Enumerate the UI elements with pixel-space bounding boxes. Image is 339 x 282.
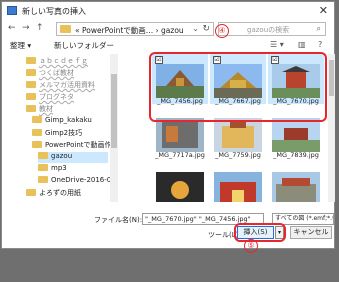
photo-thumbnail: [272, 118, 320, 152]
back-arrow-icon[interactable]: ←: [8, 23, 16, 33]
folder-icon: [38, 164, 48, 171]
tree-item[interactable]: PowerPointで動画作成: [32, 140, 110, 151]
toolbar: 整理 ▾ 新しいフォルダー ☰ ▾ ▥ ?: [2, 40, 334, 52]
folder-icon: [26, 69, 36, 76]
sidebar-scrollbar[interactable]: [110, 54, 118, 202]
tree-item[interactable]: mp3: [38, 164, 67, 175]
grid-scrollbar[interactable]: [328, 54, 335, 202]
title-bar: 新しい写真の挿入 ✕: [2, 2, 334, 20]
new-folder-button[interactable]: 新しいフォルダー: [54, 40, 114, 51]
search-icon: ⌕: [316, 24, 321, 33]
folder-icon: [60, 25, 71, 33]
up-arrow-icon[interactable]: ↑: [36, 23, 44, 33]
folder-icon: [26, 189, 36, 196]
file-item[interactable]: [210, 162, 266, 202]
navigation-bar: ← → ↑ « PowerPointで動画… › gazou ⌄ ↻ gazou…: [2, 22, 334, 38]
photo-thumbnail: [156, 172, 204, 202]
file-item[interactable]: [152, 162, 208, 202]
tree-item[interactable]: 教材: [26, 104, 53, 115]
folder-icon: [26, 81, 36, 88]
tree-item[interactable]: Gimp2技巧: [32, 128, 82, 139]
folder-tree: ａｂｃｄｅｆｇ つくば教材 メルマガ活用資料 ブログネタ 教材 Gimp_kak…: [2, 54, 110, 202]
tree-item[interactable]: よろずの用紙: [26, 188, 81, 199]
folder-icon: [26, 93, 36, 100]
refresh-icon[interactable]: ↻: [202, 24, 210, 34]
folder-icon: [38, 152, 48, 159]
address-bar[interactable]: « PowerPointで動画… › gazou ⌄ ↻: [56, 22, 214, 36]
tree-item[interactable]: つくば教材: [26, 68, 74, 79]
scrollbar-thumb[interactable]: [111, 74, 117, 148]
address-dropdown-icon[interactable]: ⌄: [192, 24, 199, 33]
tree-item[interactable]: OneDrive-2016-02-23: [38, 176, 110, 187]
folder-icon: [26, 105, 36, 112]
folder-icon: [26, 57, 36, 64]
photo-thumbnail: [156, 118, 204, 152]
annotation-box-insert: [234, 223, 286, 242]
photo-thumbnail: [272, 172, 320, 202]
search-input[interactable]: gazouの検索 ⌕: [218, 22, 326, 36]
folder-icon: [38, 176, 48, 183]
tree-item[interactable]: メルマガ活用資料: [26, 80, 95, 91]
view-options-icon[interactable]: ☰ ▾: [270, 40, 284, 49]
close-icon[interactable]: ✕: [319, 4, 328, 17]
annotation-number-4: ④: [215, 24, 229, 38]
filename-label: ファイル名(N):: [94, 216, 143, 224]
tree-item[interactable]: ａｂｃｄｅｆｇ: [26, 56, 88, 67]
cancel-button[interactable]: キャンセル: [290, 226, 332, 239]
folder-icon: [32, 141, 42, 148]
tree-item[interactable]: Gimp_kakaku: [32, 116, 92, 127]
scrollbar-thumb[interactable]: [329, 60, 334, 96]
preview-pane-icon[interactable]: ▥: [298, 40, 306, 49]
file-name: _MG_7839.jpg: [273, 151, 319, 159]
insert-picture-dialog: 新しい写真の挿入 ✕ ← → ↑ « PowerPointで動画… › gazo…: [1, 1, 335, 253]
annotation-number-5: ⑤: [244, 239, 258, 253]
search-placeholder: gazouの検索: [247, 26, 290, 34]
folder-icon: [32, 129, 42, 136]
address-path: « PowerPointで動画… › gazou: [75, 26, 184, 35]
photo-thumbnail: [214, 172, 262, 202]
folder-icon: [32, 116, 42, 123]
app-icon: [7, 6, 17, 15]
window-title: 新しい写真の挿入: [22, 7, 86, 16]
file-item[interactable]: [268, 162, 324, 202]
file-name: _MG_7717a.jpg: [155, 151, 205, 159]
tree-item[interactable]: ブログネタ: [26, 92, 74, 103]
annotation-box-selected-files: [149, 52, 327, 122]
help-icon[interactable]: ?: [318, 40, 322, 49]
forward-arrow-icon[interactable]: →: [22, 23, 30, 33]
photo-thumbnail: [214, 118, 262, 152]
organize-button[interactable]: 整理 ▾: [10, 40, 31, 51]
tree-item-selected[interactable]: gazou: [38, 152, 108, 163]
file-name: _MG_7759.jpg: [215, 151, 261, 159]
